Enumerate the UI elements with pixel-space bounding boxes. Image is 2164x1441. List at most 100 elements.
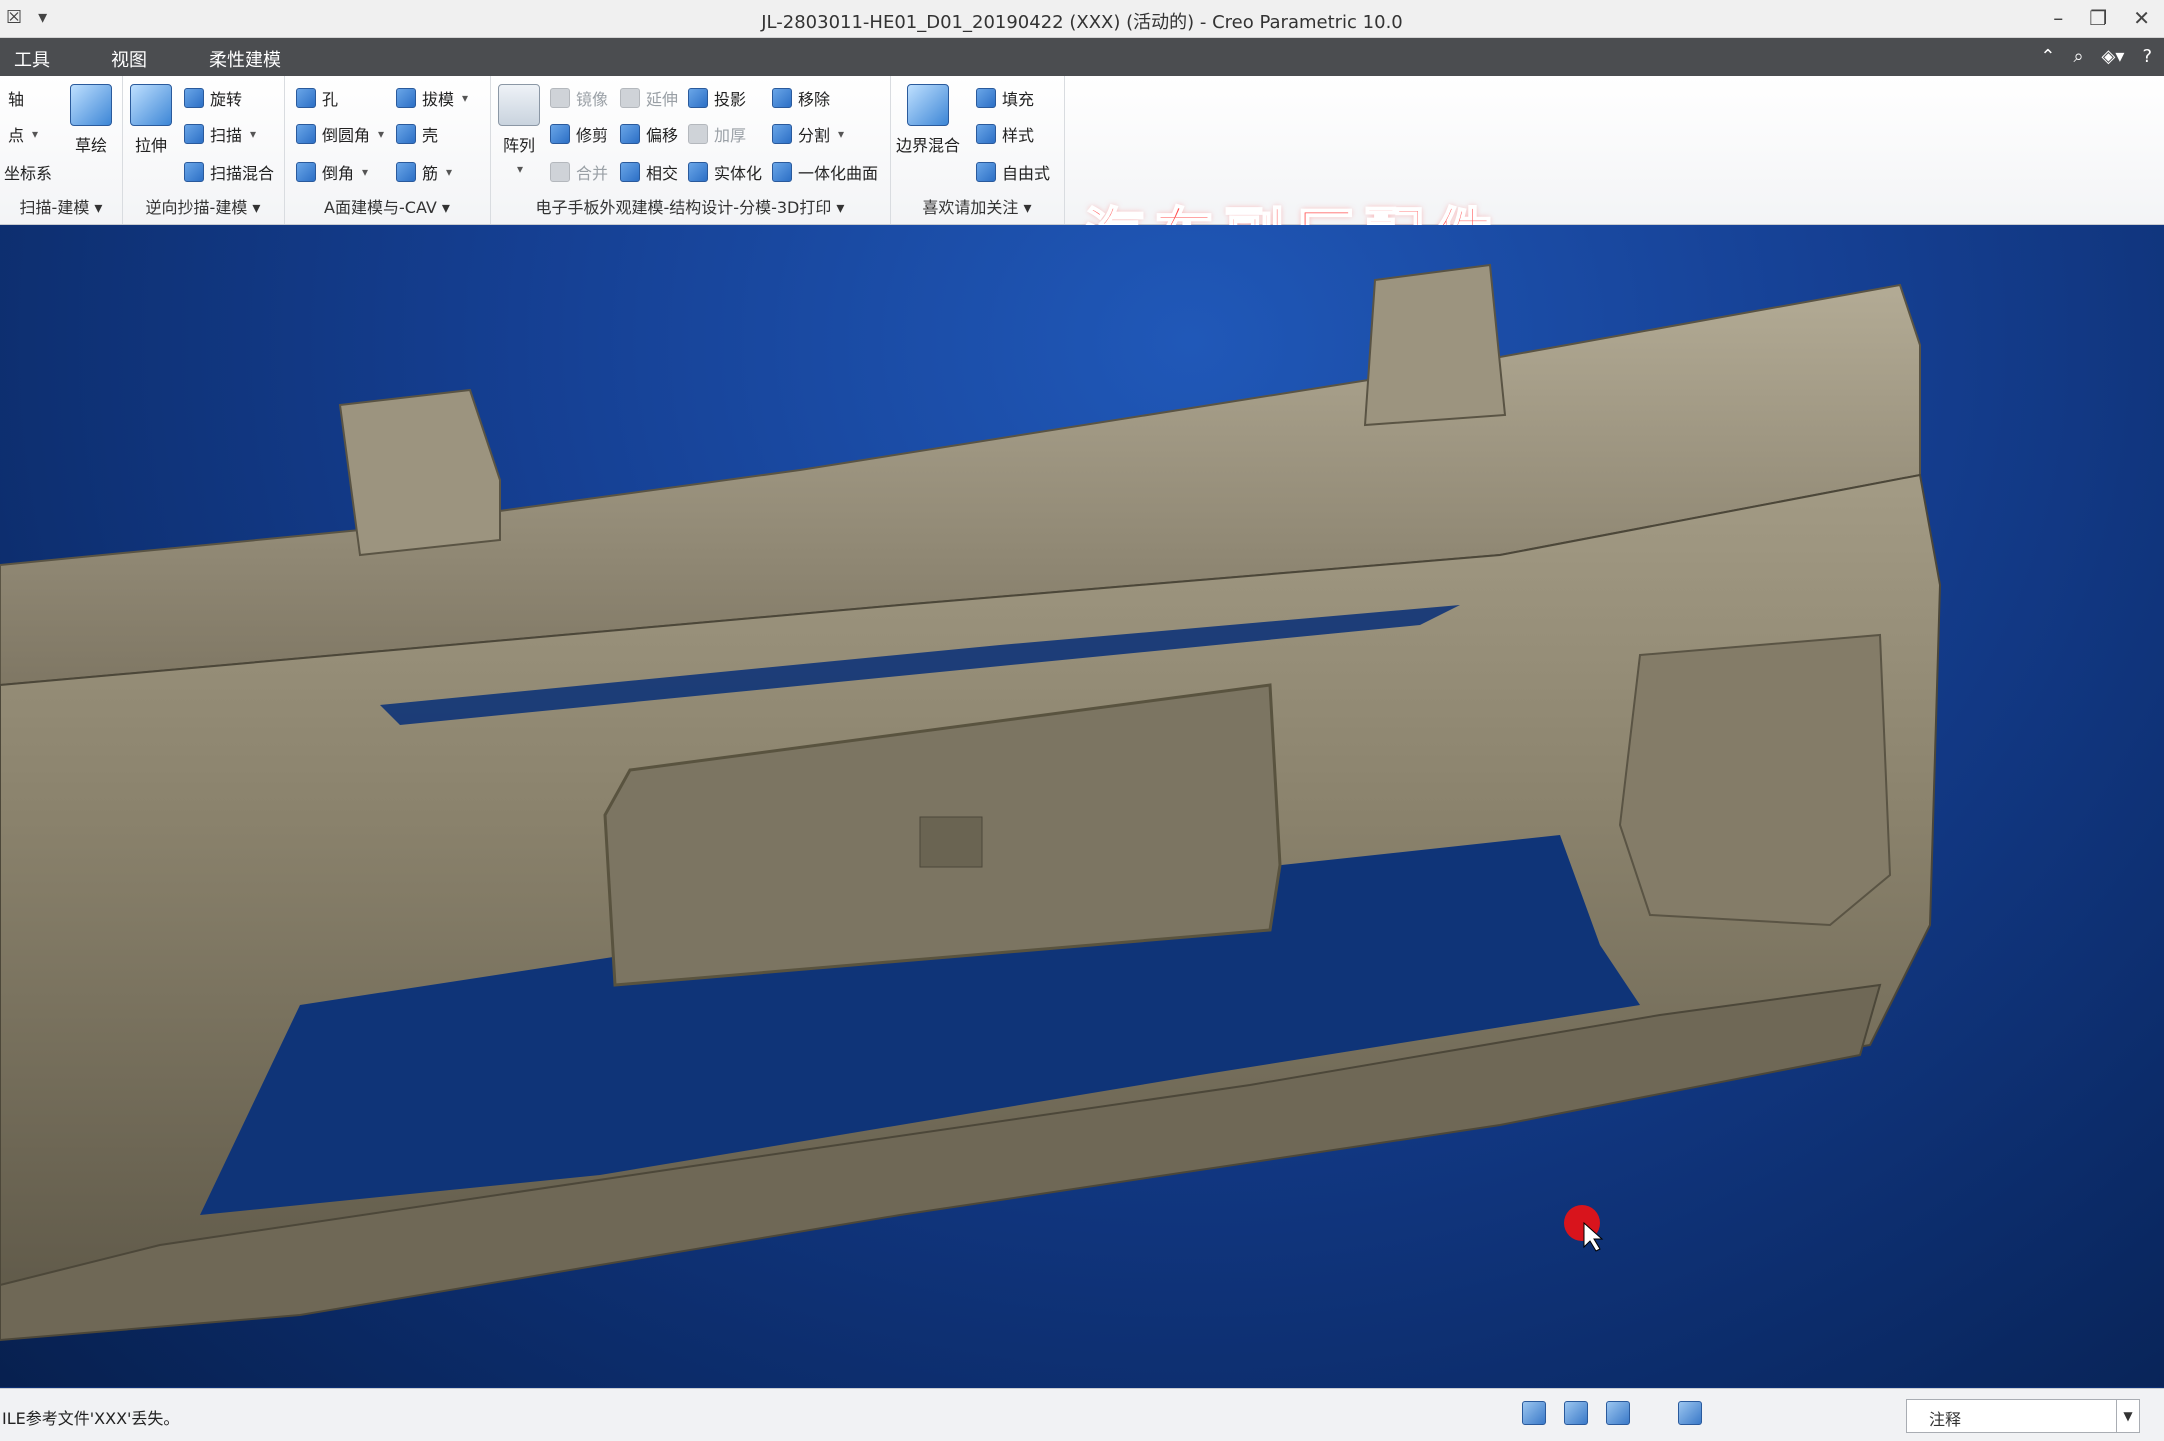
right-mount-bracket (1363, 263, 1507, 427)
split-icon (772, 124, 792, 144)
project-button[interactable]: 投影 (688, 86, 746, 110)
hole-icon (296, 88, 316, 108)
mirror-icon (550, 88, 570, 108)
window-title: JL-2803011-HE01_D01_20190422 (XXX) (活动的)… (761, 12, 1403, 33)
tab-view[interactable]: 视图 (111, 46, 147, 72)
bumper-model[interactable] (0, 225, 2164, 1387)
group-label: 喜欢请加关注 ▾ (922, 198, 1032, 217)
unify-surface-icon (772, 162, 792, 182)
collapse-icon[interactable]: ⌃ (2040, 46, 2055, 67)
project-icon (688, 88, 708, 108)
draft-icon (396, 88, 416, 108)
status-message: ILE参考文件'XXX'丢失。 (2, 1409, 180, 1428)
freestyle-button[interactable]: 自由式 (976, 160, 1050, 184)
thicken-icon (688, 124, 708, 144)
group-engineering: 孔 倒圆角 ▾ 倒角 ▾ 拔模 ▾ 壳 筋 ▾ A面建模与-CAV ▾ (284, 76, 491, 224)
freestyle-icon (976, 162, 996, 182)
point-button[interactable]: 点 ▾ (8, 122, 38, 146)
coordinate-system-button[interactable]: 坐标系 (4, 160, 52, 184)
datum-display-icon[interactable] (1606, 1401, 1630, 1425)
help-dropdown-icon[interactable]: ◈▾ (2102, 46, 2125, 67)
group-editing: 阵列 ▾ 镜像 修剪 合并 延伸 偏移 相交 投影 加厚 实体化 移除 分割 ▾ … (490, 76, 891, 224)
group-label: 电子手板外观建模-结构设计-分模-3D打印 ▾ (535, 198, 845, 217)
search-icon[interactable]: ⌕ (2073, 46, 2083, 67)
boundary-blend-icon (907, 84, 949, 126)
pattern-icon (498, 84, 540, 126)
group-shapes: 拉伸 旋转 扫描 ▾ 扫描混合 逆向抄描-建模 ▾ (122, 76, 285, 224)
remove-button[interactable]: 移除 (772, 86, 830, 110)
group-label: 逆向抄描-建模 ▾ (145, 198, 261, 217)
extend-button[interactable]: 延伸 (620, 86, 678, 110)
restore-button[interactable]: ❐ (2089, 6, 2107, 30)
tab-tools[interactable]: 工具 (14, 46, 50, 72)
status-tools (1522, 1401, 1702, 1425)
intersect-icon (620, 162, 640, 182)
offset-button[interactable]: 偏移 (620, 122, 678, 146)
find-icon[interactable] (1678, 1401, 1702, 1425)
sketch-button[interactable]: 草绘 (70, 84, 112, 156)
caret-icon: ▾ (32, 127, 39, 141)
chamfer-button[interactable]: 倒角 ▾ (296, 160, 368, 184)
trim-icon (550, 124, 570, 144)
group-label: A面建模与-CAV ▾ (324, 198, 450, 217)
unify-surface-button[interactable]: 一体化曲面 (772, 160, 878, 184)
thicken-button[interactable]: 加厚 (688, 122, 746, 146)
trim-button[interactable]: 修剪 (550, 122, 608, 146)
group-surfaces: 边界混合 填充 样式 自由式 喜欢请加关注 ▾ (890, 76, 1065, 224)
left-mount-bracket (338, 388, 501, 557)
question-icon[interactable]: ? (2142, 46, 2152, 67)
tab-flexible-modeling[interactable]: 柔性建模 (209, 46, 281, 72)
split-button[interactable]: 分割 ▾ (772, 122, 844, 146)
fill-icon (976, 88, 996, 108)
axis-button[interactable]: 轴 (8, 86, 24, 110)
round-icon (296, 124, 316, 144)
status-bar: ILE参考文件'XXX'丢失。 注释 ▼ (0, 1388, 2164, 1441)
minimize-button[interactable]: – (2053, 6, 2063, 30)
style-button[interactable]: 样式 (976, 122, 1034, 146)
rib-icon (396, 162, 416, 182)
boundary-blend-button[interactable]: 边界混合 (896, 84, 960, 156)
swept-blend-button[interactable]: 扫描混合 (184, 160, 274, 184)
chamfer-icon (296, 162, 316, 182)
revolve-button[interactable]: 旋转 (184, 86, 242, 110)
hole-button[interactable]: 孔 (296, 86, 338, 110)
solidify-button[interactable]: 实体化 (688, 160, 762, 184)
plate-clip (919, 816, 983, 868)
intersect-button[interactable]: 相交 (620, 160, 678, 184)
close-button[interactable]: ✕ (2133, 6, 2150, 30)
merge-icon (550, 162, 570, 182)
shell-button[interactable]: 壳 (396, 122, 438, 146)
remove-icon (772, 88, 792, 108)
solidify-icon (688, 162, 708, 182)
selection-filter[interactable]: 注释 ▼ (1906, 1399, 2140, 1433)
extrude-icon (130, 84, 172, 126)
pattern-button[interactable]: 阵列 ▾ (498, 84, 540, 176)
rib-button[interactable]: 筋 ▾ (396, 160, 452, 184)
style-icon (976, 124, 996, 144)
merge-button[interactable]: 合并 (550, 160, 608, 184)
revolve-icon (184, 88, 204, 108)
swept-blend-icon (184, 162, 204, 182)
sweep-button[interactable]: 扫描 ▾ (184, 122, 256, 146)
offset-icon (620, 124, 640, 144)
graphics-viewport[interactable] (0, 225, 2164, 1387)
window-controls: – ❐ ✕ (2053, 6, 2150, 30)
ribbon-tab-bar: 工具 视图 柔性建模 ⌃ ⌕ ◈▾ ? (0, 38, 2164, 76)
shell-icon (396, 124, 416, 144)
group-label: 扫描-建模 ▾ (19, 198, 103, 217)
fog-lamp-housing (1618, 633, 1892, 927)
fill-button[interactable]: 填充 (976, 86, 1034, 110)
draft-button[interactable]: 拔模 ▾ (396, 86, 468, 110)
menu-right-icons: ⌃ ⌕ ◈▾ ? (2040, 46, 2152, 67)
round-button[interactable]: 倒圆角 ▾ (296, 122, 384, 146)
extrude-button[interactable]: 拉伸 (130, 84, 172, 156)
sweep-icon (184, 124, 204, 144)
group-datum: 轴 点 ▾ 坐标系 草绘 扫描-建模 ▾ (0, 76, 123, 224)
chevron-down-icon[interactable]: ▼ (2116, 1400, 2139, 1432)
mirror-button[interactable]: 镜像 (550, 86, 608, 110)
display-style-icon[interactable] (1564, 1401, 1588, 1425)
extend-icon (620, 88, 640, 108)
model-tree-icon[interactable] (1522, 1401, 1546, 1425)
title-bar: ☒ ▾ JL-2803011-HE01_D01_20190422 (XXX) (… (0, 0, 2164, 38)
ribbon: 轴 点 ▾ 坐标系 草绘 扫描-建模 ▾ 拉伸 旋转 扫描 ▾ 扫描混合 逆向抄描-… (0, 76, 2164, 273)
